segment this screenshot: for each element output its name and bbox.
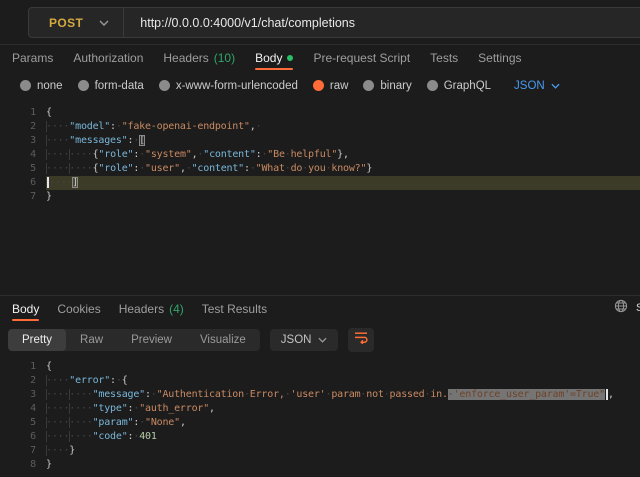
- response-language-dropdown[interactable]: JSON: [270, 329, 339, 351]
- tab-headers[interactable]: Headers(10): [163, 44, 235, 71]
- request-body-editor[interactable]: 1{2····"model":·"fake-openai-endpoint",·…: [0, 100, 640, 300]
- tab-pre-request-script[interactable]: Pre-request Script: [313, 44, 410, 71]
- line-number: 4: [0, 402, 46, 416]
- url-bar: POST http://0.0.0.0:4000/v1/chat/complet…: [28, 7, 640, 38]
- code-line[interactable]: 4········{"role":·"system",·"content":·"…: [0, 148, 640, 162]
- chevron-down-icon: [318, 334, 327, 346]
- code-line[interactable]: 8}: [0, 458, 640, 472]
- line-number: 2: [0, 120, 46, 134]
- radio-selected-icon: [313, 80, 324, 91]
- code-line[interactable]: 2····"error":·{: [0, 374, 640, 388]
- response-toolbar: Pretty Raw Preview Visualize JSON: [0, 326, 640, 354]
- line-number: 3: [0, 134, 46, 148]
- response-tabs: Body Cookies Headers(4) Test Results: [0, 295, 640, 322]
- response-tab-headers[interactable]: Headers(4): [119, 296, 184, 322]
- view-preview[interactable]: Preview: [117, 329, 186, 351]
- headers-count-badge: (10): [214, 51, 235, 65]
- code-line[interactable]: 3········"message":·"Authentication·Erro…: [0, 388, 640, 402]
- request-tabs: Params Authorization Headers(10) Body Pr…: [0, 44, 640, 71]
- body-modified-dot-icon: [287, 55, 293, 61]
- method-selector[interactable]: POST: [29, 16, 99, 30]
- tab-authorization[interactable]: Authorization: [73, 44, 143, 71]
- tab-params[interactable]: Params: [12, 44, 53, 71]
- response-tab-test-results[interactable]: Test Results: [202, 296, 267, 322]
- line-number: 1: [0, 106, 46, 120]
- globe-icon[interactable]: [614, 299, 628, 318]
- code-line[interactable]: 4········"type":·"auth_error",: [0, 402, 640, 416]
- view-pretty[interactable]: Pretty: [8, 329, 66, 351]
- radio-form-data[interactable]: form-data: [78, 80, 144, 92]
- radio-icon: [20, 80, 31, 91]
- radio-icon: [78, 80, 89, 91]
- code-line[interactable]: 5········{"role":·"user",·"content":·"Wh…: [0, 162, 640, 176]
- tab-body[interactable]: Body: [255, 44, 293, 71]
- response-tab-body[interactable]: Body: [12, 296, 39, 322]
- response-meta-right: St: [614, 295, 640, 321]
- line-number: 1: [0, 360, 46, 374]
- chevron-down-icon[interactable]: [99, 20, 109, 26]
- view-visualize[interactable]: Visualize: [186, 329, 260, 351]
- tab-tests[interactable]: Tests: [430, 44, 458, 71]
- view-switcher: Pretty Raw Preview Visualize: [8, 329, 260, 351]
- response-headers-count-badge: (4): [169, 302, 184, 316]
- code-line[interactable]: 7····}: [0, 444, 640, 458]
- code-line[interactable]: 6········"code":·401: [0, 430, 640, 444]
- line-number: 4: [0, 148, 46, 162]
- wrap-text-icon: [354, 331, 369, 349]
- radio-icon: [363, 80, 374, 91]
- radio-x-www-form-urlencoded[interactable]: x-www-form-urlencoded: [159, 80, 298, 92]
- line-number: 6: [0, 430, 46, 444]
- radio-binary[interactable]: binary: [363, 80, 411, 92]
- body-type-row: none form-data x-www-form-urlencoded raw…: [0, 71, 640, 100]
- wrap-text-button[interactable]: [348, 328, 374, 352]
- code-line[interactable]: 2····"model":·"fake-openai-endpoint",·: [0, 120, 640, 134]
- request-url-input[interactable]: http://0.0.0.0:4000/v1/chat/completions: [140, 16, 355, 30]
- code-line[interactable]: 1{: [0, 360, 640, 374]
- code-line[interactable]: 5········"param":·"None",: [0, 416, 640, 430]
- line-number: 7: [0, 190, 46, 204]
- code-line[interactable]: 6····]: [0, 176, 640, 190]
- radio-icon: [427, 80, 438, 91]
- radio-none[interactable]: none: [20, 80, 63, 92]
- divider: [123, 8, 124, 37]
- radio-raw[interactable]: raw: [313, 80, 349, 92]
- code-line[interactable]: 1{: [0, 106, 640, 120]
- line-number: 5: [0, 416, 46, 430]
- code-line[interactable]: 7}: [0, 190, 640, 204]
- radio-graphql[interactable]: GraphQL: [427, 80, 491, 92]
- tab-settings[interactable]: Settings: [478, 44, 521, 71]
- request-header: POST http://0.0.0.0:4000/v1/chat/complet…: [0, 0, 640, 45]
- response-body-editor[interactable]: 1{2····"error":·{3········"message":·"Au…: [0, 356, 640, 477]
- line-number: 6: [0, 176, 46, 190]
- view-raw[interactable]: Raw: [66, 329, 117, 351]
- chevron-down-icon: [551, 80, 560, 92]
- status-text-clipped: St: [636, 302, 640, 314]
- line-number: 2: [0, 374, 46, 388]
- code-line[interactable]: 3····"messages":·[: [0, 134, 640, 148]
- request-language-dropdown[interactable]: JSON: [514, 80, 560, 92]
- response-tab-cookies[interactable]: Cookies: [57, 296, 100, 322]
- line-number: 7: [0, 444, 46, 458]
- radio-icon: [159, 80, 170, 91]
- line-number: 3: [0, 388, 46, 402]
- line-number: 8: [0, 458, 46, 472]
- line-number: 5: [0, 162, 46, 176]
